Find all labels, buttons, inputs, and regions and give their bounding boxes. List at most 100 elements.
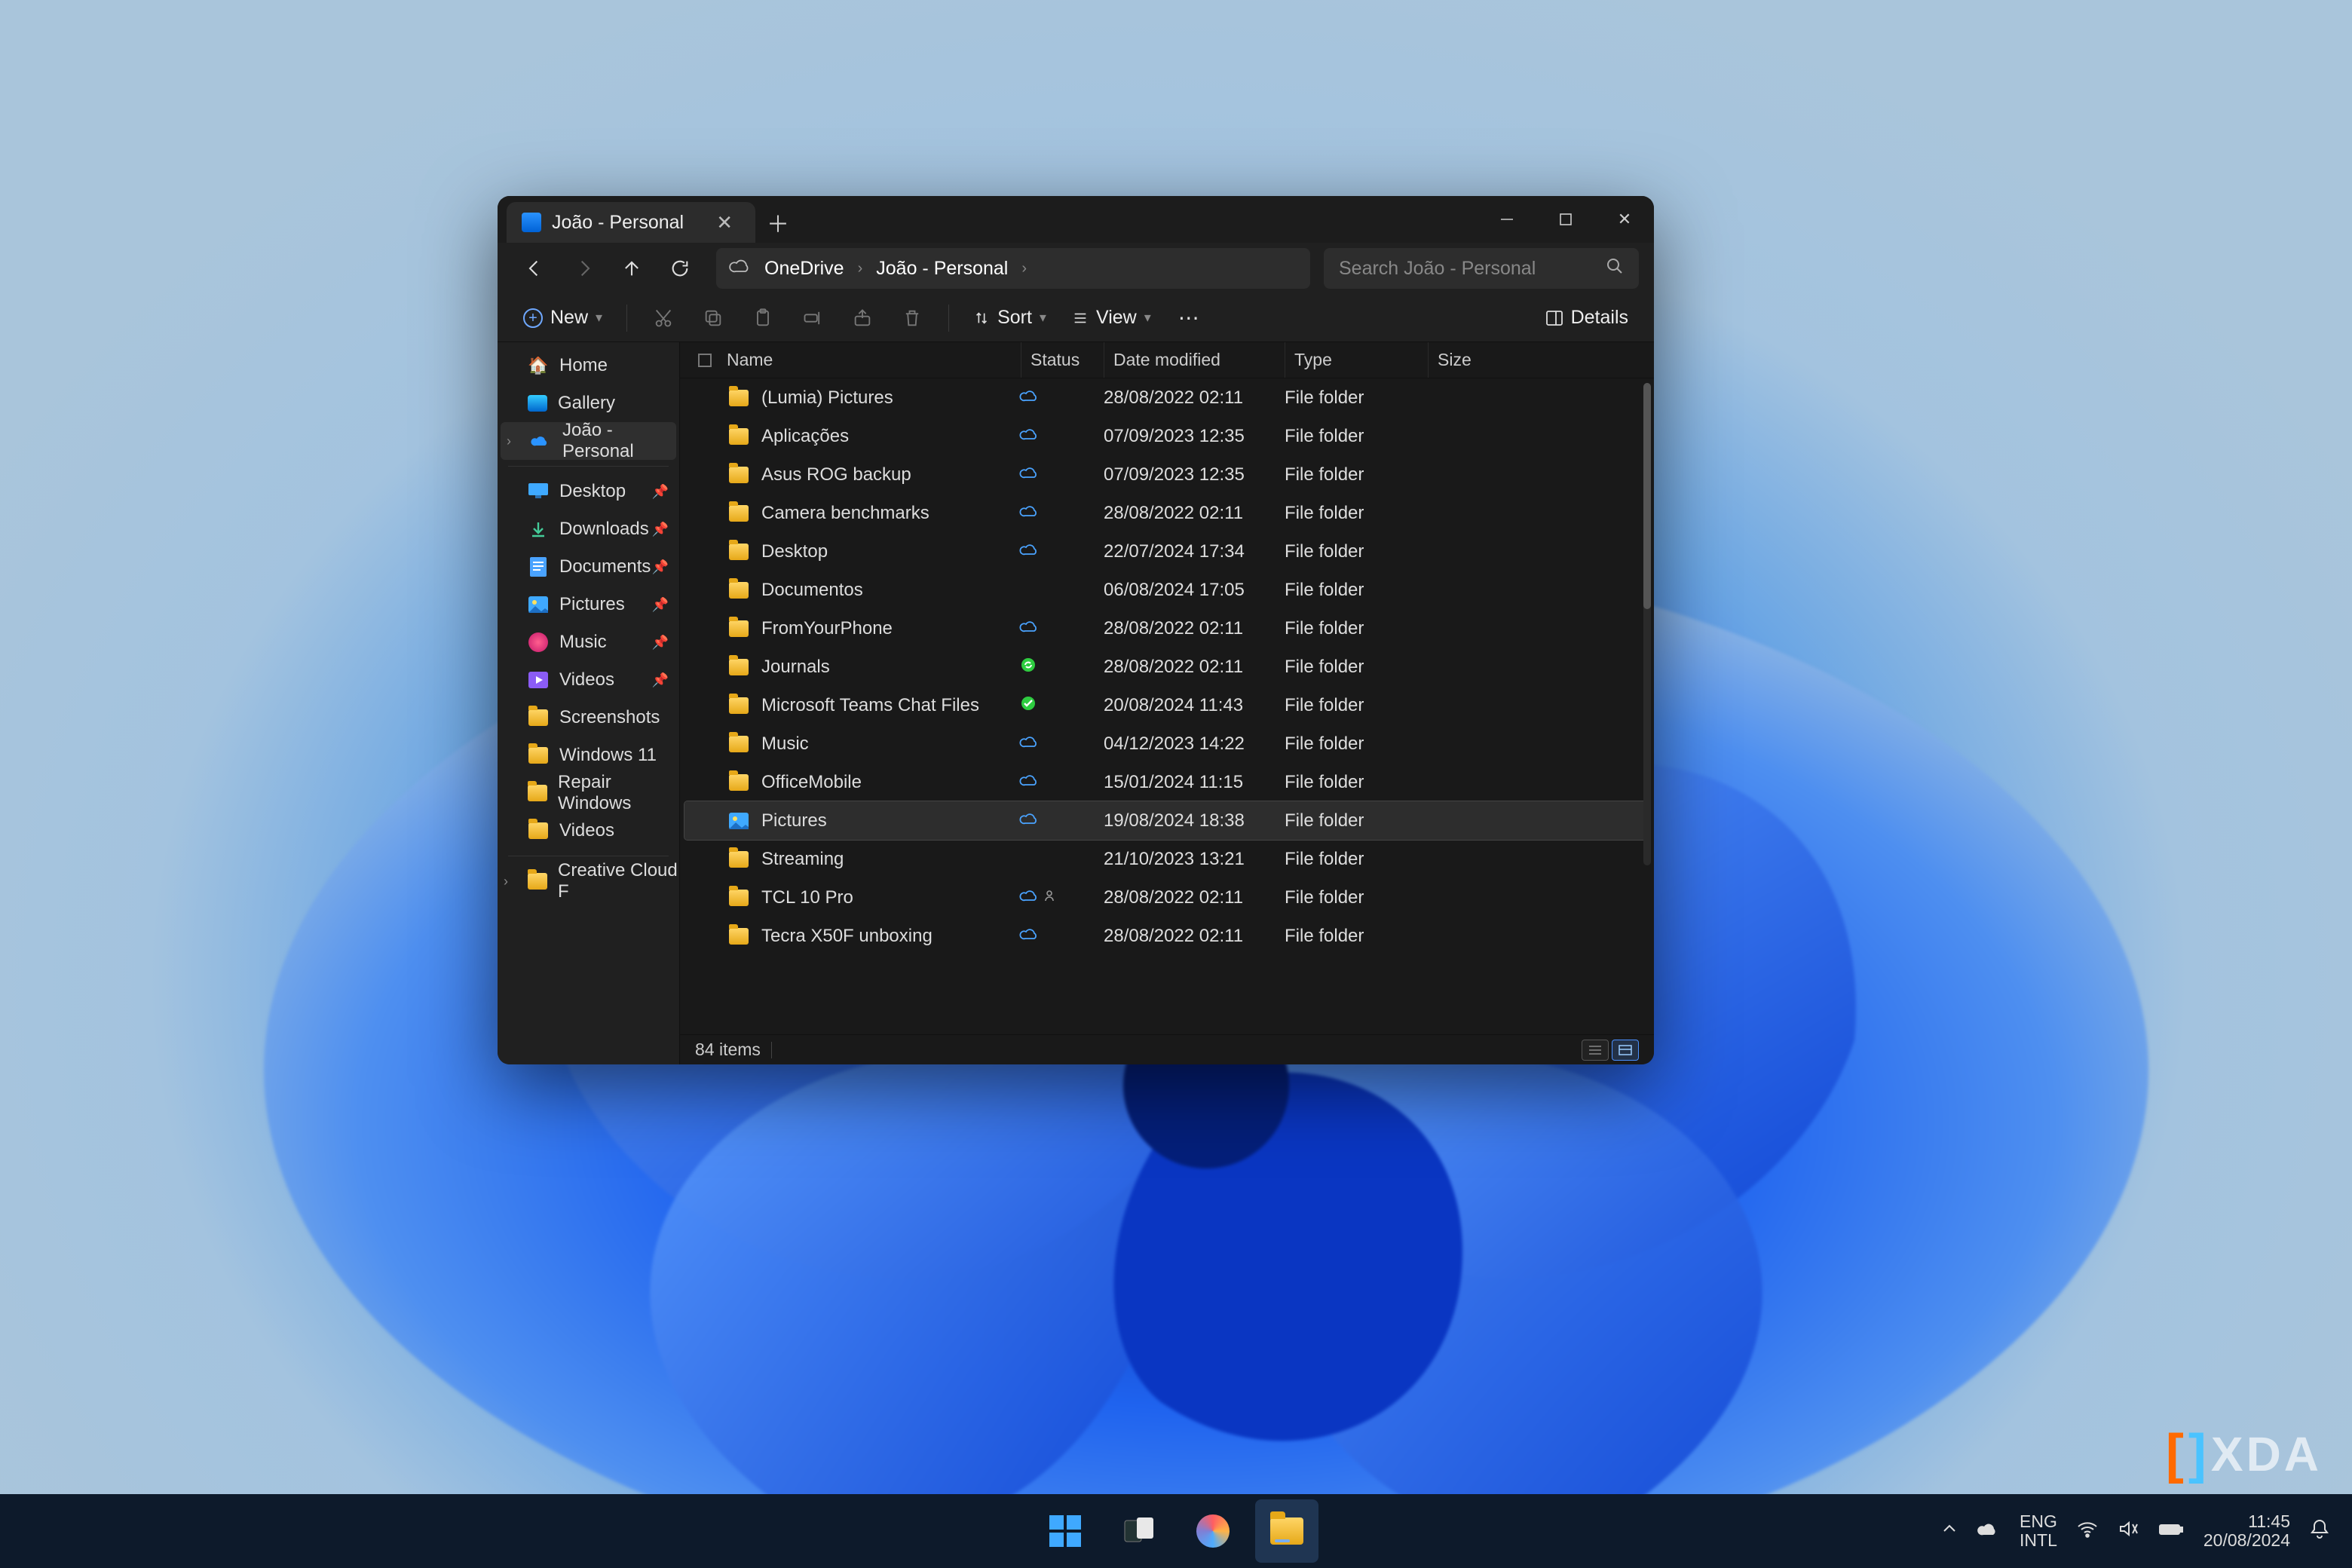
tray-overflow-button[interactable]: [1941, 1521, 1958, 1542]
sidebar-item-screenshots[interactable]: Screenshots: [498, 699, 679, 737]
sidebar-item-repair-windows[interactable]: Repair Windows: [498, 774, 679, 812]
sidebar-item-pictures[interactable]: Pictures📌: [498, 586, 679, 623]
select-all-checkbox[interactable]: [698, 354, 712, 367]
copy-button[interactable]: [691, 298, 736, 338]
file-row[interactable]: (Lumia) Pictures28/08/2022 02:11File fol…: [680, 378, 1654, 417]
volume-icon[interactable]: [2118, 1520, 2139, 1543]
folder-icon: [727, 774, 751, 791]
tab-onedrive[interactable]: João - Personal ✕: [507, 202, 755, 243]
onedrive-tray-icon[interactable]: [1977, 1521, 2000, 1542]
search-input[interactable]: Search João - Personal: [1324, 248, 1639, 289]
sort-icon: [973, 310, 990, 326]
column-type[interactable]: Type: [1285, 342, 1428, 378]
view-button[interactable]: View ▾: [1061, 301, 1162, 335]
refresh-button[interactable]: [657, 248, 703, 289]
taskview-button[interactable]: [1107, 1499, 1171, 1563]
close-button[interactable]: ✕: [1595, 196, 1654, 243]
file-row[interactable]: Microsoft Teams Chat Files20/08/2024 11:…: [680, 686, 1654, 724]
share-button[interactable]: [840, 298, 885, 338]
folder-icon: [727, 813, 751, 829]
sidebar-item-onedrive[interactable]: › João - Personal: [501, 422, 676, 460]
sidebar-item-windows-11[interactable]: Windows 11: [498, 737, 679, 774]
file-row[interactable]: FromYourPhone28/08/2022 02:11File folder: [680, 609, 1654, 648]
language-indicator[interactable]: ENG INTL: [2020, 1512, 2057, 1551]
maximize-button[interactable]: [1536, 196, 1595, 243]
chevron-down-icon: ▾: [596, 310, 602, 326]
sidebar-item-music[interactable]: Music📌: [498, 623, 679, 661]
column-name[interactable]: Name: [727, 342, 1021, 378]
sidebar-item-gallery[interactable]: Gallery: [498, 384, 679, 422]
more-button[interactable]: ⋯: [1166, 298, 1211, 338]
sidebar-item-documents[interactable]: Documents📌: [498, 548, 679, 586]
file-row[interactable]: Journals28/08/2022 02:11File folder: [680, 648, 1654, 686]
expand-icon[interactable]: ›: [504, 874, 508, 890]
tab-close-button[interactable]: ✕: [709, 208, 740, 237]
sort-button[interactable]: Sort ▾: [963, 301, 1057, 335]
battery-icon[interactable]: [2158, 1521, 2184, 1542]
cloud-icon: [730, 258, 751, 280]
sidebar-item-desktop[interactable]: Desktop📌: [498, 473, 679, 510]
file-type: File folder: [1285, 503, 1428, 524]
delete-button[interactable]: [890, 298, 935, 338]
column-size[interactable]: Size: [1428, 342, 1654, 378]
file-row[interactable]: Aplicações07/09/2023 12:35File folder: [680, 417, 1654, 455]
status-bar: 84 items: [680, 1034, 1654, 1064]
scrollbar-thumb[interactable]: [1643, 383, 1651, 609]
sidebar-item-downloads[interactable]: Downloads📌: [498, 510, 679, 548]
file-row[interactable]: Asus ROG backup07/09/2023 12:35File fold…: [680, 455, 1654, 494]
view-list-button[interactable]: [1582, 1040, 1609, 1061]
file-row[interactable]: Camera benchmarks28/08/2022 02:11File fo…: [680, 494, 1654, 532]
expand-icon[interactable]: ›: [507, 433, 511, 449]
file-row[interactable]: OfficeMobile15/01/2024 11:15File folder: [680, 763, 1654, 801]
sidebar-item-videos[interactable]: Videos: [498, 812, 679, 850]
file-row[interactable]: Music04/12/2023 14:22File folder: [680, 724, 1654, 763]
taskbar[interactable]: ENG INTL 11:45 20/08/2024: [0, 1494, 2352, 1568]
tab-title: João - Personal: [552, 212, 684, 234]
view-details-button[interactable]: [1612, 1040, 1639, 1061]
forward-button[interactable]: [561, 248, 606, 289]
copilot-button[interactable]: [1181, 1499, 1245, 1563]
cut-button[interactable]: [641, 298, 686, 338]
column-date[interactable]: Date modified: [1104, 342, 1285, 378]
column-status[interactable]: Status: [1021, 342, 1104, 378]
navigation-sidebar[interactable]: 🏠 Home Gallery › João - Personal Desktop…: [498, 342, 680, 1064]
minimize-button[interactable]: [1478, 196, 1536, 243]
breadcrumb-root[interactable]: OneDrive: [764, 258, 844, 280]
file-row[interactable]: Tecra X50F unboxing28/08/2022 02:11File …: [680, 917, 1654, 955]
sidebar-item-creative-cloud[interactable]: › Creative Cloud F: [498, 862, 679, 900]
back-button[interactable]: [513, 248, 558, 289]
new-button[interactable]: + New ▾: [513, 301, 613, 335]
address-bar[interactable]: OneDrive › João - Personal ›: [716, 248, 1310, 289]
file-row[interactable]: Documentos06/08/2024 17:05File folder: [680, 571, 1654, 609]
paste-button[interactable]: [740, 298, 786, 338]
breadcrumb-leaf[interactable]: João - Personal: [876, 258, 1008, 280]
file-explorer-taskbar-button[interactable]: [1255, 1499, 1318, 1563]
new-tab-button[interactable]: ＋: [755, 202, 801, 243]
file-row[interactable]: TCL 10 Pro 28/08/2022 02:11File folder: [680, 878, 1654, 917]
file-status: [1021, 466, 1104, 483]
file-type: File folder: [1285, 618, 1428, 639]
rename-button[interactable]: [790, 298, 835, 338]
file-type: File folder: [1285, 657, 1428, 678]
notifications-button[interactable]: [2310, 1518, 2329, 1545]
file-name: Streaming: [761, 849, 1021, 870]
sidebar-item-home[interactable]: 🏠 Home: [498, 347, 679, 384]
sidebar-item-videos[interactable]: Videos📌: [498, 661, 679, 699]
chevron-down-icon: ▾: [1144, 310, 1151, 326]
folder-icon: [727, 467, 751, 483]
folder-icon: [727, 736, 751, 752]
file-status: [1021, 773, 1104, 791]
videos-icon: [528, 669, 549, 691]
column-headers: Name Status Date modified Type Size: [680, 342, 1654, 378]
start-button[interactable]: [1034, 1499, 1097, 1563]
details-pane-button[interactable]: Details: [1535, 301, 1639, 335]
pin-icon: 📌: [652, 559, 669, 575]
file-rows[interactable]: (Lumia) Pictures28/08/2022 02:11File fol…: [680, 378, 1654, 1034]
file-row[interactable]: Pictures19/08/2024 18:38File folder: [684, 801, 1649, 840]
up-button[interactable]: [609, 248, 654, 289]
clock[interactable]: 11:45 20/08/2024: [2203, 1512, 2290, 1551]
documents-icon: [528, 556, 549, 577]
file-row[interactable]: Desktop22/07/2024 17:34File folder: [680, 532, 1654, 571]
wifi-icon[interactable]: [2077, 1520, 2098, 1543]
file-row[interactable]: Streaming21/10/2023 13:21File folder: [680, 840, 1654, 878]
